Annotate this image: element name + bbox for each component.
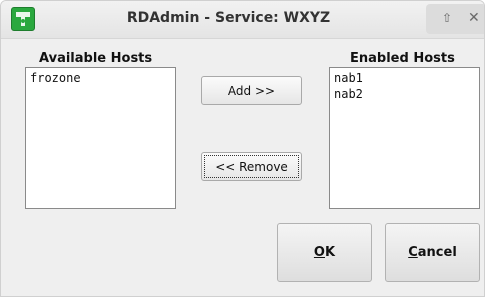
list-item[interactable]: nab2 xyxy=(334,86,475,102)
available-hosts-heading: Available Hosts xyxy=(39,51,153,66)
list-item[interactable]: frozone xyxy=(30,70,171,86)
cancel-label-rest: ancel xyxy=(417,245,457,260)
window-title: RDAdmin - Service: WXYZ xyxy=(126,10,331,26)
ok-label-rest: K xyxy=(324,245,336,260)
title-bar[interactable]: RDAdmin - Service: WXYZ ⇧ ✕ xyxy=(1,1,484,39)
rdadmin-app-icon xyxy=(11,7,35,31)
window-up-icon[interactable]: ⇧ xyxy=(442,11,452,25)
ok-button[interactable]: OK xyxy=(277,223,372,282)
remove-button[interactable]: << Remove xyxy=(201,152,302,181)
window-controls: ⇧ ✕ xyxy=(426,4,484,34)
cancel-mnemonic: C xyxy=(408,245,418,260)
dialog-window: RDAdmin - Service: WXYZ ⇧ ✕ Available Ho… xyxy=(0,0,485,297)
window-close-icon[interactable]: ✕ xyxy=(468,11,480,25)
add-button-label: Add >> xyxy=(227,83,276,98)
cancel-button[interactable]: Cancel xyxy=(385,223,480,282)
ok-mnemonic: O xyxy=(313,245,325,260)
enabled-hosts-heading: Enabled Hosts xyxy=(350,51,455,66)
available-hosts-list[interactable]: frozone xyxy=(25,67,176,209)
enabled-hosts-list[interactable]: nab1 nab2 xyxy=(329,67,480,209)
list-item[interactable]: nab1 xyxy=(334,70,475,86)
add-button[interactable]: Add >> xyxy=(201,76,302,105)
remove-button-label: << Remove xyxy=(215,159,288,174)
